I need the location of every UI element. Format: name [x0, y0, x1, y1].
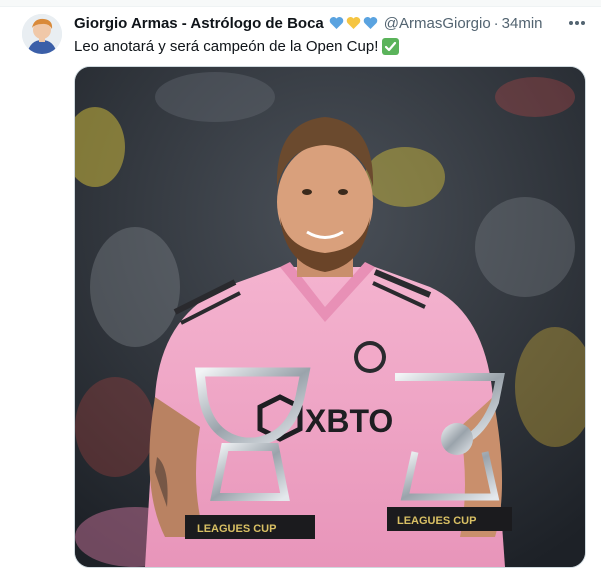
separator-dot: ·	[493, 14, 499, 32]
yellow-heart-icon	[346, 17, 360, 29]
author-handle[interactable]: @ArmasGiorgio	[384, 15, 491, 32]
blue-heart-icon	[329, 17, 343, 29]
tweet-time[interactable]: 34min	[502, 15, 543, 32]
left-trophy-label: LEAGUES CUP	[197, 523, 276, 535]
check-mark-icon	[382, 38, 400, 55]
author-name[interactable]: Giorgio Armas - Astrólogo de Boca	[74, 15, 324, 32]
more-options-icon[interactable]	[567, 14, 587, 32]
right-trophy-label: LEAGUES CUP	[397, 515, 476, 527]
tweet-text-content: Leo anotará y será campeón de la Open Cu…	[74, 38, 379, 55]
tweet-photo[interactable]: XBTO LEAGUES CUP LEAGUES CUP	[74, 66, 586, 568]
avatar[interactable]	[22, 14, 62, 54]
tweet-text: Leo anotará y será campeón de la Open Cu…	[74, 38, 400, 55]
tweet[interactable]: Giorgio Armas - Astrólogo de Boca @Armas…	[0, 6, 601, 568]
jersey-sponsor-text: XBTO	[305, 403, 393, 439]
blue-heart-icon	[363, 17, 377, 29]
name-emojis	[329, 16, 378, 30]
tweet-header: Giorgio Armas - Astrólogo de Boca @Armas…	[74, 12, 589, 34]
